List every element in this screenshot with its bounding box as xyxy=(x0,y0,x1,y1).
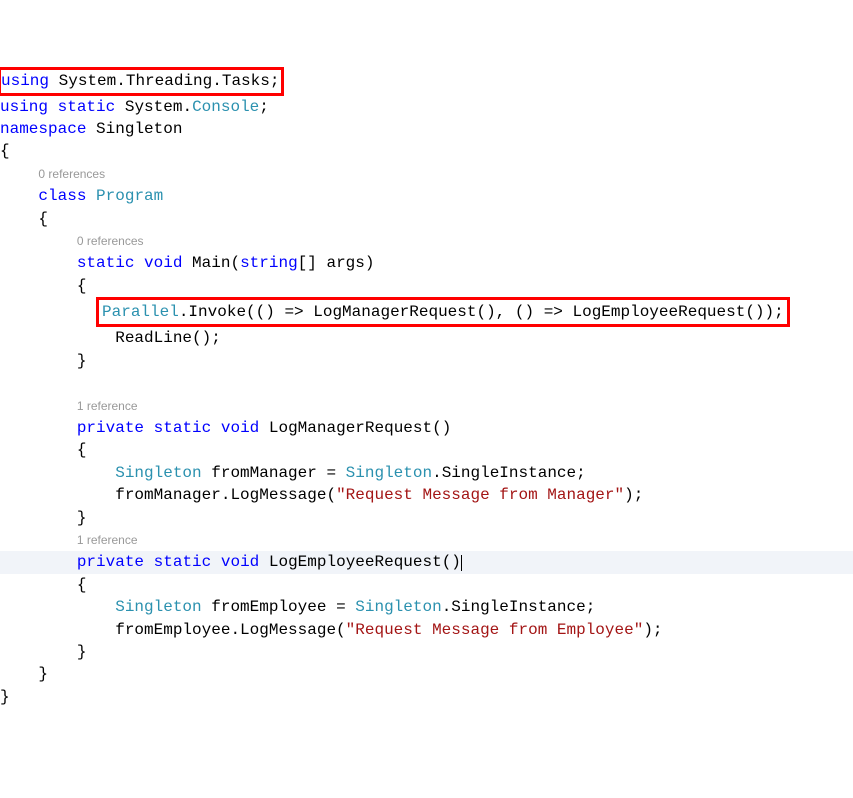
highlight-box-parallel: Parallel.Invoke(() => LogManagerRequest(… xyxy=(96,297,790,327)
brace-open: { xyxy=(77,441,87,459)
text: System. xyxy=(125,98,192,116)
keyword-string: string xyxy=(240,254,298,272)
class-name: Program xyxy=(96,187,163,205)
brace-close: } xyxy=(77,509,87,527)
keyword-static: static xyxy=(154,553,212,571)
highlight-box-using: using System.Threading.Tasks; xyxy=(0,67,284,95)
current-line-highlight: private static void LogEmployeeRequest() xyxy=(0,551,853,573)
invoke-call: .Invoke(() => LogManagerRequest(), () =>… xyxy=(179,303,784,321)
type-singleton: Singleton xyxy=(346,464,432,482)
keyword-using: using xyxy=(1,72,49,90)
brace-close: } xyxy=(0,688,10,706)
paren: ( xyxy=(230,254,240,272)
code-editor: using System.Threading.Tasks; using stat… xyxy=(0,67,853,708)
brace-close: } xyxy=(77,643,87,661)
method-name: Main xyxy=(192,254,230,272)
brace-open: { xyxy=(77,576,87,594)
keyword-static: static xyxy=(154,419,212,437)
type-singleton: Singleton xyxy=(355,598,441,616)
string-literal: "Request Message from Manager" xyxy=(336,486,624,504)
keyword-using: using xyxy=(0,98,48,116)
codelens-references[interactable]: 0 references xyxy=(38,167,105,181)
member: .SingleInstance; xyxy=(432,464,586,482)
keyword-private: private xyxy=(77,553,144,571)
keyword-static: static xyxy=(58,98,116,116)
string-literal: "Request Message from Employee" xyxy=(346,621,644,639)
brace-open: { xyxy=(0,142,10,160)
keyword-static: static xyxy=(77,254,135,272)
codelens-references[interactable]: 1 reference xyxy=(77,399,138,413)
method-name: LogEmployeeRequest() xyxy=(269,553,461,571)
param: args) xyxy=(317,254,375,272)
brace-open: { xyxy=(77,277,87,295)
method-name: LogManagerRequest() xyxy=(269,419,451,437)
call: fromManager.LogMessage( xyxy=(115,486,336,504)
type-singleton: Singleton xyxy=(115,598,201,616)
type-console: Console xyxy=(192,98,259,116)
namespace-name: Singleton xyxy=(96,120,182,138)
member: .SingleInstance; xyxy=(442,598,596,616)
brackets: [] xyxy=(298,254,317,272)
keyword-namespace: namespace xyxy=(0,120,86,138)
codelens-references[interactable]: 0 references xyxy=(77,234,144,248)
brace-close: } xyxy=(77,352,87,370)
call-end: ); xyxy=(624,486,643,504)
semi: ; xyxy=(259,98,269,116)
readline-call: ReadLine(); xyxy=(115,329,221,347)
type-parallel: Parallel xyxy=(102,303,179,321)
type-singleton: Singleton xyxy=(115,464,201,482)
decl: fromEmployee = xyxy=(202,598,356,616)
text-cursor xyxy=(461,555,462,571)
keyword-class: class xyxy=(38,187,86,205)
keyword-void: void xyxy=(144,254,182,272)
keyword-void: void xyxy=(221,419,259,437)
keyword-void: void xyxy=(221,553,259,571)
call: fromEmployee.LogMessage( xyxy=(115,621,345,639)
codelens-references[interactable]: 1 reference xyxy=(77,533,138,547)
keyword-private: private xyxy=(77,419,144,437)
brace-open: { xyxy=(38,210,48,228)
brace-close: } xyxy=(38,665,48,683)
call-end: ); xyxy=(643,621,662,639)
decl: fromManager = xyxy=(202,464,346,482)
namespace-text: System.Threading.Tasks; xyxy=(59,72,280,90)
